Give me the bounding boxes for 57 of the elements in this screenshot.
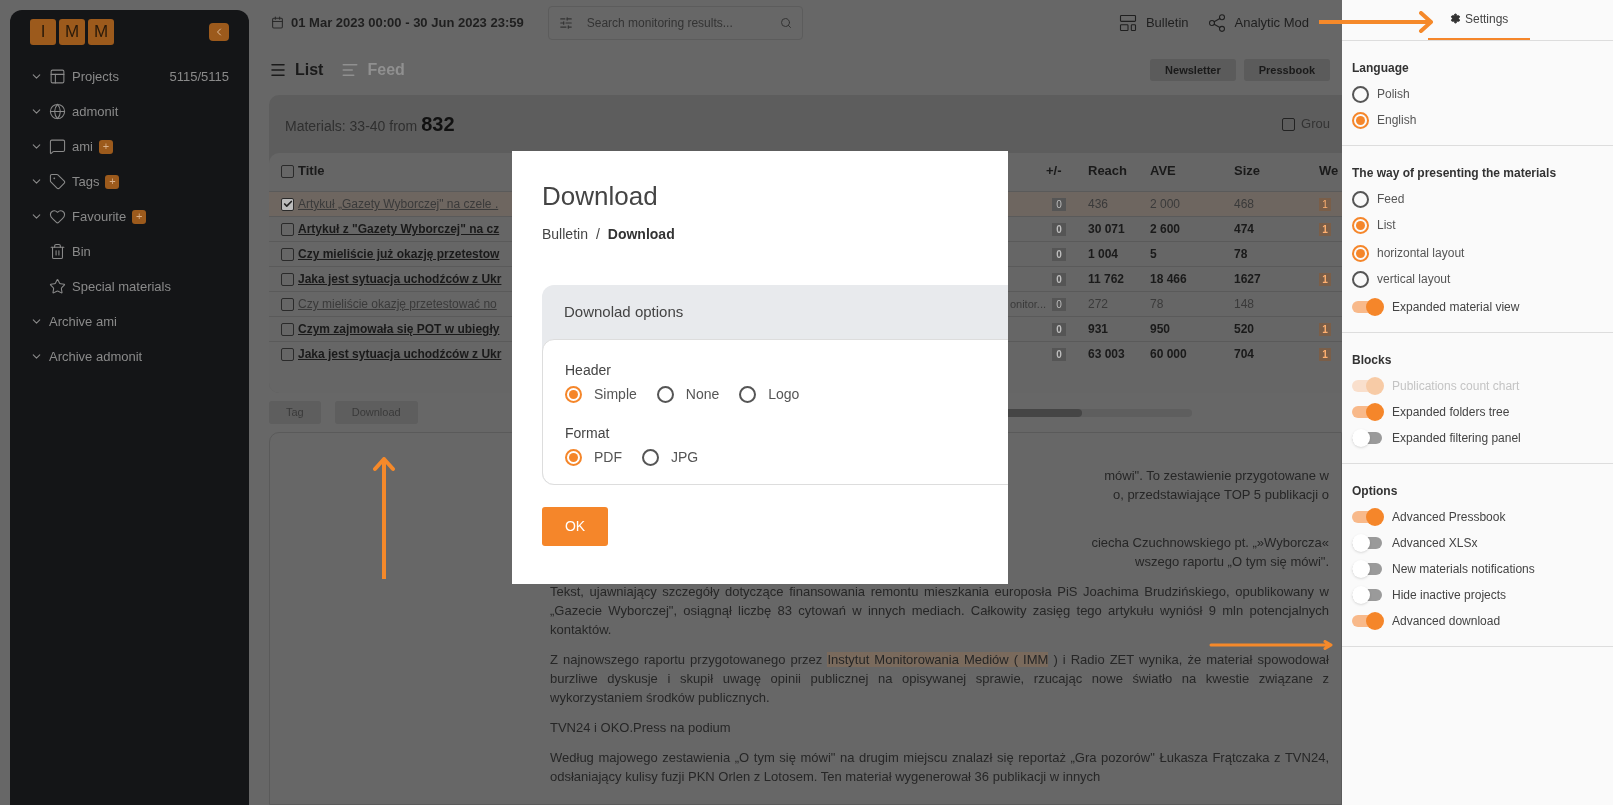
table-cell-text: 11 762	[1088, 271, 1126, 288]
table-cell-text: 1627	[1234, 271, 1262, 288]
change-badge: 0	[1052, 272, 1066, 286]
table-cell-text: 1 004	[1088, 246, 1120, 263]
logo-letter: M	[88, 19, 114, 45]
sidebar-label: Favourite	[72, 207, 127, 226]
table-cell-text: 78	[1234, 246, 1249, 263]
table-cell-text: 30 071	[1088, 221, 1126, 238]
article-text: wszego raportu „O tym się mówi".	[1135, 553, 1329, 571]
sidebar-label: Archive admonit	[49, 347, 143, 366]
article-text: mówi". To zestawienie przygotowane w	[1104, 467, 1329, 485]
article-paragraph: TVN24 i OKO.Press na podium	[550, 719, 732, 737]
sidebar-label: Projects	[72, 67, 119, 86]
change-badge: 0	[1052, 322, 1066, 336]
sidebar-label: admonit	[72, 102, 119, 121]
section-title: Options	[1352, 483, 1399, 500]
dialog-title: Download	[542, 180, 659, 213]
table-cell-text: 931	[1088, 321, 1110, 338]
sidebar-label: Special materials	[72, 277, 171, 296]
change-badge: 0	[1052, 222, 1066, 236]
sidebar-label: ami	[72, 137, 93, 156]
sidebar-label: Tags	[72, 172, 100, 191]
breadcrumb-current: Download	[607, 225, 675, 244]
article-paragraph: Tekst, ujawniający szczegóły dotyczące finansowania remontu mieszkania europosła PiS Joachima Brudzińskiego, opublikowany w „Gazecie Wyborczej", osiągnął liczbę 83 cytowań w innych mediach. Całkowity zasięg tego artykułu wyniósł 9 mln potencjalnych kontaktów.	[550, 583, 1329, 639]
change-badge: 0	[1052, 347, 1066, 361]
section-title: The way of presenting the materials	[1352, 165, 1558, 182]
article-paragraph: Według majowego zestawienia „O tym się mówi" na drugim miejscu znalazł się reportaż „Gra pozorów" Łukasza Frątczaka z TVN24, odsłaniający kulisy fuzji PKN Orlen z Lotosem. Ten materiał wygenerował 36 publikacji w innych	[550, 749, 1329, 786]
weight-badge: 1	[1319, 273, 1331, 286]
logo-letter: M	[59, 19, 85, 45]
section-title: Blocks	[1352, 352, 1393, 369]
table-cell-text: 60 000	[1150, 346, 1188, 363]
table-cell-text: 18 466	[1150, 271, 1188, 288]
weight-badge: 1	[1319, 323, 1331, 336]
option-group-label: Format	[565, 424, 611, 443]
table-cell-text: 5	[1150, 246, 1158, 263]
change-badge: 0	[1052, 247, 1066, 261]
article-text: ciecha Czuchnowskiego pt. „»Wyborcza«	[1091, 534, 1329, 552]
project-count: 5115/5115	[169, 67, 229, 86]
weight-badge: 1	[1319, 348, 1331, 361]
weight-badge: 1	[1319, 223, 1331, 236]
sidebar-label: Archive ami	[49, 312, 117, 331]
section-title: Language	[1352, 60, 1410, 77]
table-cell-text: 520	[1234, 321, 1256, 338]
table-cell-text: 704	[1234, 346, 1256, 363]
table-cell-text: 2 600	[1150, 221, 1182, 238]
table-cell-text: 63 003	[1088, 346, 1126, 363]
table-cell-text: 950	[1150, 321, 1172, 338]
article-text: o, przedstawiające TOP 5 publikacji o	[1112, 486, 1329, 504]
change-badge: 0	[1052, 297, 1066, 311]
table-cell-text: 474	[1234, 221, 1256, 238]
breadcrumb-separator: /	[595, 225, 600, 244]
change-badge: 0	[1052, 197, 1066, 211]
options-title: Downolad options	[563, 301, 685, 322]
logo-letter: I	[30, 19, 56, 45]
option-group-label: Header	[565, 361, 612, 380]
sidebar-label: Bin	[72, 242, 91, 261]
weight-badge: 1	[1319, 198, 1331, 211]
